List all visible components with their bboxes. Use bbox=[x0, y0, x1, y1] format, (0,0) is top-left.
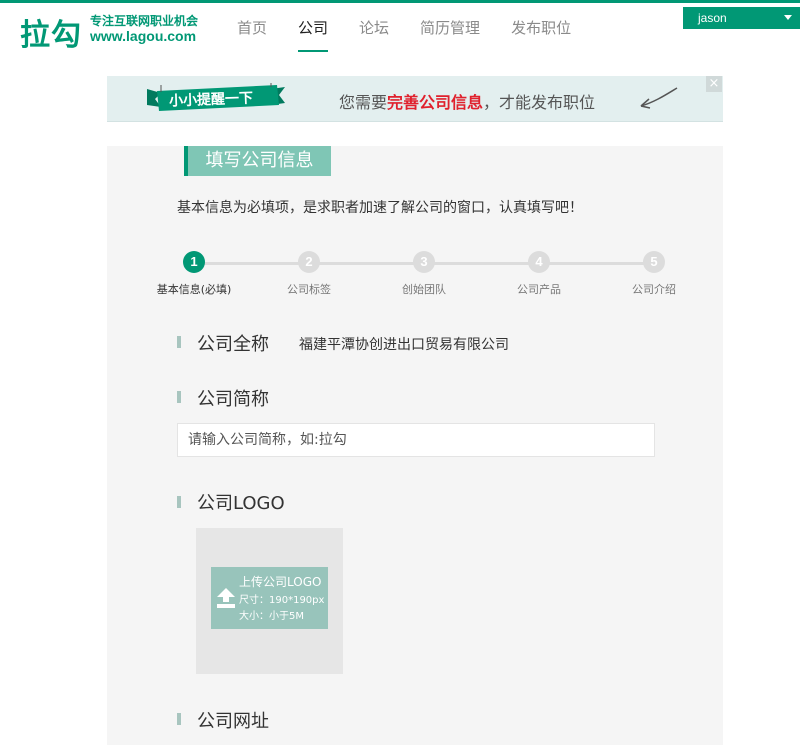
upload-logo-button[interactable]: 上传公司LOGO 尺寸：190*190px 大小：小于5M bbox=[211, 567, 328, 629]
step-5-label: 公司介绍 bbox=[632, 283, 676, 296]
step-1-circle: 1 bbox=[183, 251, 205, 273]
site-header: 拉勾 专注互联网职业机会 www.lagou.com 首页 公司 论坛 简历管理… bbox=[0, 3, 800, 53]
ribbon-text: 小小提醒一下 bbox=[168, 90, 254, 110]
company-info-form: 填写公司信息 基本信息为必填项，是求职者加速了解公司的窗口，认真填写吧！ 1 2… bbox=[107, 146, 723, 745]
form-intro: 基本信息为必填项，是求职者加速了解公司的窗口，认真填写吧！ bbox=[177, 200, 583, 216]
section-marker bbox=[177, 496, 181, 508]
caret-down-icon bbox=[784, 15, 792, 20]
section-marker bbox=[177, 713, 181, 725]
logo-upload-area[interactable]: 上传公司LOGO 尺寸：190*190px 大小：小于5M bbox=[196, 528, 343, 674]
upload-limit-hint: 大小：小于5M bbox=[239, 611, 304, 622]
close-icon[interactable]: × bbox=[706, 76, 722, 92]
nav-item-post-job[interactable]: 发布职位 bbox=[511, 17, 571, 50]
nav-item-company[interactable]: 公司 bbox=[298, 17, 329, 52]
nav-item-home[interactable]: 首页 bbox=[237, 17, 267, 50]
lagou-logo[interactable]: 拉勾 bbox=[20, 10, 82, 54]
step-5-circle: 5 bbox=[643, 251, 665, 273]
form-title: 填写公司信息 bbox=[184, 146, 331, 176]
step-3-label: 创始团队 bbox=[402, 283, 446, 296]
upload-icon bbox=[217, 588, 235, 608]
step-3-circle: 3 bbox=[413, 251, 435, 273]
short-name-label: 公司简称 bbox=[197, 389, 269, 410]
nav-item-forum[interactable]: 论坛 bbox=[359, 17, 389, 50]
pointing-arrow-icon bbox=[640, 87, 678, 109]
step-1-label: 基本信息(必填) bbox=[156, 283, 232, 296]
upload-title: 上传公司LOGO bbox=[239, 575, 322, 589]
main-nav: 首页 公司 论坛 简历管理 发布职位 bbox=[237, 17, 602, 52]
website-label: 公司网址 bbox=[197, 711, 269, 732]
section-marker bbox=[177, 391, 181, 403]
logo-url: www.lagou.com bbox=[90, 28, 197, 44]
reminder-banner: 小小提醒一下 您需要完善公司信息，才能发布职位 × bbox=[107, 76, 723, 122]
full-name-label: 公司全称 bbox=[197, 334, 269, 355]
banner-msg-suffix: ，才能发布职位 bbox=[483, 93, 596, 112]
banner-message: 您需要完善公司信息，才能发布职位 bbox=[339, 89, 595, 113]
step-4-circle: 4 bbox=[528, 251, 550, 273]
logo-label: 公司LOGO bbox=[197, 493, 285, 514]
user-name: jason bbox=[698, 11, 727, 25]
step-2-circle: 2 bbox=[298, 251, 320, 273]
banner-msg-highlight: 完善公司信息 bbox=[387, 93, 484, 112]
logo-slogan: 专注互联网职业机会 bbox=[90, 14, 199, 28]
section-marker bbox=[177, 336, 181, 348]
banner-msg-prefix: 您需要 bbox=[339, 93, 388, 112]
step-4-label: 公司产品 bbox=[517, 283, 561, 296]
step-2-label: 公司标签 bbox=[287, 283, 331, 296]
nav-item-resume-manage[interactable]: 简历管理 bbox=[420, 17, 480, 50]
short-name-input[interactable]: 请输入公司简称，如:拉勾 bbox=[177, 423, 655, 457]
user-menu[interactable]: jason bbox=[683, 7, 800, 29]
upload-size-hint: 尺寸：190*190px bbox=[239, 595, 325, 606]
step-progress: 1 2 3 4 5 基本信息(必填) 公司标签 创始团队 公司产品 公司介绍 bbox=[157, 251, 677, 299]
full-name-value: 福建平潭协创进出口贸易有限公司 bbox=[299, 337, 509, 353]
